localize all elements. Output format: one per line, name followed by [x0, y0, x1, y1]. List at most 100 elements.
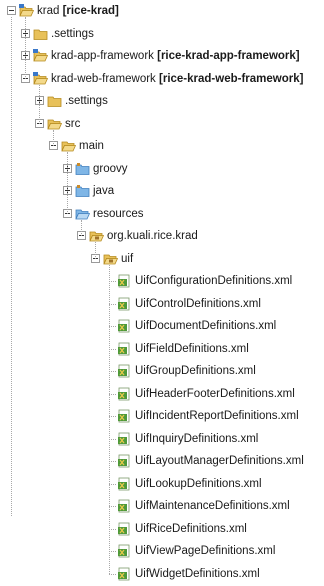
tree-connector — [109, 348, 116, 350]
tree-connector — [109, 483, 116, 485]
tree-guide-line — [81, 219, 82, 236]
tree-item-label: krad-app-framework [rice-krad-app-framew… — [51, 49, 300, 64]
tree-file-item[interactable]: UifIncidentReportDefinitions.xml — [0, 406, 324, 428]
tree-file-item[interactable]: UifLayoutManagerDefinitions.xml — [0, 451, 324, 473]
tree-file-item[interactable]: UifDocumentDefinitions.xml — [0, 316, 324, 338]
tree-item-name: groovy — [93, 162, 128, 175]
tree-guide-line — [25, 17, 26, 79]
tree-item-name: UifLayoutManagerDefinitions.xml — [135, 455, 304, 467]
tree-connector — [109, 393, 116, 395]
tree-guide-line — [95, 242, 96, 259]
folder-icon — [47, 94, 62, 108]
tree-connector — [109, 528, 116, 530]
tree-connector — [109, 326, 116, 327]
tree-item-label: resources — [93, 207, 144, 222]
project-folder-icon — [19, 4, 35, 18]
tree-guide-line — [39, 84, 40, 124]
project-folder-icon — [33, 71, 49, 86]
tree-connector — [109, 371, 116, 372]
tree-item-label: UifIncidentReportDefinitions.xml — [135, 409, 299, 424]
tree-folder-item[interactable]: java — [0, 181, 324, 203]
tree-item-name: java — [93, 185, 115, 197]
tree-file-item[interactable]: UifLookupDefinitions.xml — [0, 474, 324, 496]
tree-item-label: src — [65, 117, 80, 132]
project-explorer-tree: krad [rice-krad] .settings krad-app-framew… — [0, 0, 324, 580]
tree-item-name: UifConfigurationDefinitions.xml — [135, 275, 293, 287]
tree-item-label: uif — [121, 252, 133, 267]
tree-item-name: src — [65, 117, 81, 130]
tree-connector — [109, 303, 116, 305]
tree-file-item[interactable]: UifHeaderFooterDefinitions.xml — [0, 384, 324, 406]
tree-item-label: UifLayoutManagerDefinitions.xml — [135, 454, 304, 469]
xml-file-icon — [117, 522, 132, 536]
tree-file-item[interactable]: UifGroupDefinitions.xml — [0, 361, 324, 383]
xml-file-icon — [117, 477, 132, 491]
tree-item-label: UifViewPageDefinitions.xml — [135, 544, 275, 559]
tree-guide-line — [11, 17, 12, 516]
tree-folder-item[interactable]: groovy — [0, 159, 324, 181]
tree-item-label: UifMaintenanceDefinitions.xml — [135, 499, 290, 514]
tree-item-label: UifDocumentDefinitions.xml — [135, 319, 276, 334]
folder-open-icon — [47, 117, 63, 131]
tree-file-item[interactable]: UifMaintenanceDefinitions.xml — [0, 496, 324, 518]
tree-file-item[interactable]: UifRiceDefinitions.xml — [0, 519, 324, 541]
tree-guide-line — [53, 129, 54, 146]
tree-file-item[interactable]: UifInquiryDefinitions.xml — [0, 429, 324, 451]
tree-item-name: UifRiceDefinitions.xml — [135, 522, 247, 535]
tree-connector — [109, 573, 116, 575]
tree-folder-item[interactable]: krad-app-framework [rice-krad-app-framew… — [0, 46, 324, 68]
tree-item-label: UifFieldDefinitions.xml — [135, 342, 249, 357]
tree-connector — [109, 438, 116, 440]
xml-file-icon — [117, 544, 132, 558]
tree-item-label: UifControlDefinitions.xml — [135, 297, 261, 312]
xml-file-icon — [117, 319, 132, 333]
xml-file-icon — [117, 342, 132, 356]
collapse-toggle-icon[interactable] — [7, 6, 16, 15]
source-folder-icon — [75, 184, 90, 198]
tree-connector — [109, 461, 116, 462]
tree-item-name: krad — [37, 5, 60, 17]
tree-item-name: krad-web-framework — [51, 72, 156, 85]
tree-folder-item[interactable]: krad-web-framework [rice-krad-web-framew… — [0, 69, 324, 91]
tree-item-label: UifGroupDefinitions.xml — [135, 364, 256, 379]
tree-item-name: UifControlDefinitions.xml — [135, 297, 261, 310]
tree-folder-item[interactable]: src — [0, 114, 324, 136]
tree-item-label: .settings — [65, 94, 108, 109]
tree-item-name: uif — [121, 252, 134, 265]
tree-file-item[interactable]: UifWidgetDefinitions.xml — [0, 564, 324, 586]
tree-file-item[interactable]: UifFieldDefinitions.xml — [0, 339, 324, 361]
tree-folder-item[interactable]: .settings — [0, 24, 324, 46]
tree-connector — [109, 551, 116, 552]
tree-item-project-name: [rice-krad-web-framework] — [159, 72, 304, 85]
tree-item-label: UifHeaderFooterDefinitions.xml — [135, 387, 295, 402]
xml-file-icon — [117, 409, 132, 423]
tree-file-item[interactable]: UifConfigurationDefinitions.xml — [0, 271, 324, 293]
tree-folder-item[interactable]: resources — [0, 204, 324, 226]
xml-file-icon — [117, 499, 132, 513]
tree-file-item[interactable]: UifViewPageDefinitions.xml — [0, 541, 324, 563]
tree-guide-line — [109, 264, 110, 574]
package-folder-icon — [103, 252, 119, 266]
tree-folder-item[interactable]: main — [0, 136, 324, 158]
tree-folder-item[interactable]: uif — [0, 249, 324, 271]
tree-item-project-name: [rice-krad] — [62, 5, 119, 17]
folder-icon — [33, 27, 48, 41]
tree-item-name: UifWidgetDefinitions.xml — [135, 567, 260, 580]
tree-item-name: resources — [93, 207, 144, 220]
tree-item-label: .settings — [51, 27, 94, 42]
tree-folder-item[interactable]: krad [rice-krad] — [0, 1, 324, 23]
tree-item-label: krad-web-framework [rice-krad-web-framew… — [51, 72, 303, 87]
tree-file-item[interactable]: UifControlDefinitions.xml — [0, 294, 324, 316]
tree-item-name: .settings — [65, 95, 108, 107]
tree-item-name: main — [79, 140, 104, 152]
folder-open-icon — [61, 139, 77, 153]
xml-file-icon — [117, 567, 132, 581]
tree-item-label: main — [79, 139, 104, 154]
tree-item-label: java — [93, 184, 114, 199]
package-folder-icon — [89, 229, 105, 243]
project-folder-icon — [33, 49, 49, 63]
tree-folder-item[interactable]: org.kuali.rice.krad — [0, 226, 324, 248]
tree-item-label: krad [rice-krad] — [37, 4, 119, 19]
tree-item-name: UifViewPageDefinitions.xml — [135, 545, 276, 557]
tree-folder-item[interactable]: .settings — [0, 91, 324, 113]
